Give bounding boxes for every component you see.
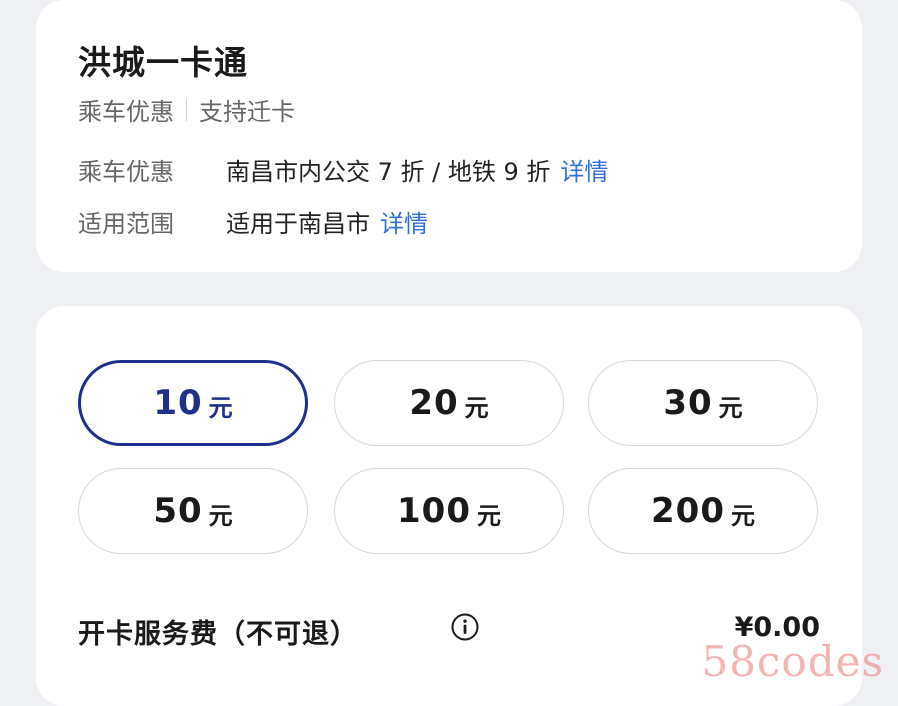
amount-unit: 元 [718,393,743,422]
amount-value: 50 [153,491,203,531]
amount-unit: 元 [464,393,489,422]
scope-label: 适用范围 [78,210,174,238]
scope-value: 适用于南昌市 [226,210,370,238]
amount-option-30[interactable]: 30 元 [588,360,818,446]
amount-value: 100 [397,491,471,531]
card-tags: 乘车优惠 支持迁卡 [78,92,295,127]
amount-option-100[interactable]: 100 元 [334,468,564,554]
discount-value: 南昌市内公交 7 折 / 地铁 9 折 [226,158,551,186]
amount-option-200[interactable]: 200 元 [588,468,818,554]
discount-row: 乘车优惠 南昌市内公交 7 折 / 地铁 9 折 详情 [78,152,608,187]
discount-details-link[interactable]: 详情 [560,152,608,187]
tag-divider [186,98,187,121]
amount-value: 10 [153,383,203,423]
amount-option-10[interactable]: 10 元 [78,360,308,446]
watermark: 58codes [701,637,884,686]
card-info-panel: 洪城一卡通 乘车优惠 支持迁卡 乘车优惠 南昌市内公交 7 折 / 地铁 9 折… [36,0,862,272]
tag-ride-discount: 乘车优惠 [78,98,174,126]
discount-label: 乘车优惠 [78,158,174,186]
amount-unit: 元 [208,393,233,422]
tag-card-transfer: 支持迁卡 [199,98,295,126]
info-icon[interactable] [450,612,480,642]
amount-unit: 元 [208,501,233,530]
scope-details-link[interactable]: 详情 [380,204,428,239]
amount-option-50[interactable]: 50 元 [78,468,308,554]
amount-unit: 元 [476,501,501,530]
amount-unit: 元 [730,501,755,530]
amount-value: 200 [651,491,725,531]
service-fee-label: 开卡服务费（不可退） [78,619,358,650]
amount-option-20[interactable]: 20 元 [334,360,564,446]
card-title: 洪城一卡通 [78,43,248,82]
scope-row: 适用范围 适用于南昌市 详情 [78,204,428,239]
amount-value: 30 [663,383,713,423]
amount-value: 20 [409,383,459,423]
